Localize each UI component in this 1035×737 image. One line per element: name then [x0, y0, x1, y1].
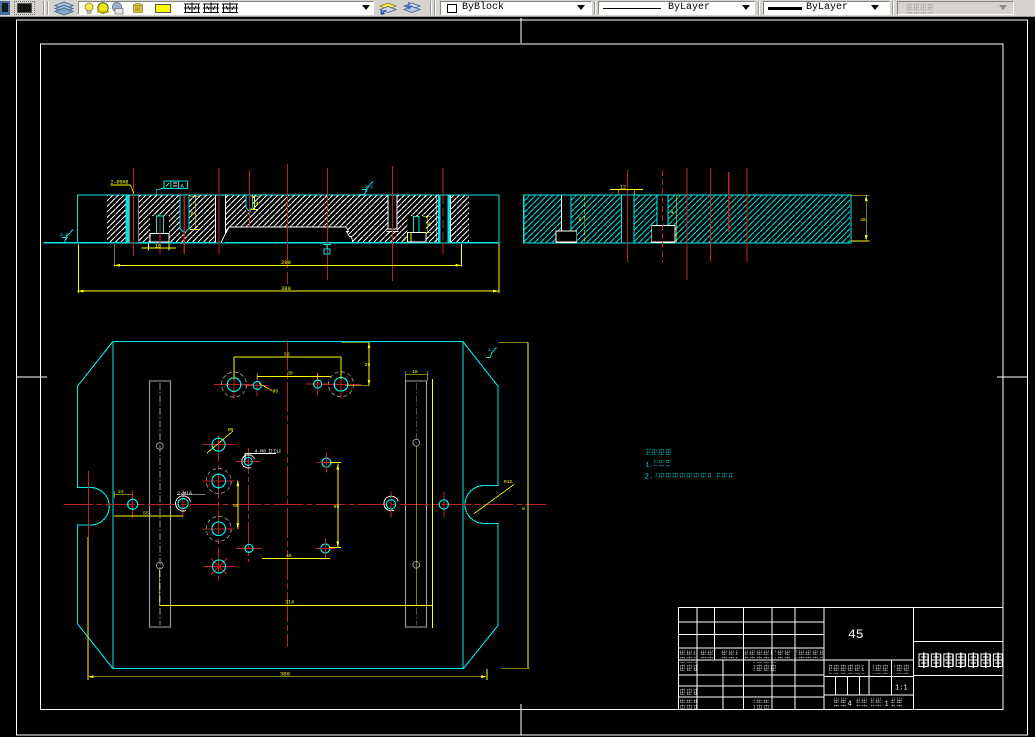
svg-text:85: 85: [334, 504, 340, 510]
svg-text:314: 314: [285, 600, 294, 606]
svg-text:8: 8: [522, 506, 525, 512]
svg-text:16: 16: [155, 243, 161, 249]
svg-text:1:1: 1:1: [895, 685, 908, 693]
svg-text:8: 8: [579, 217, 582, 223]
svg-text:2.: 2.: [645, 474, 654, 482]
svg-text:12: 12: [620, 185, 626, 191]
svg-text:3.2: 3.2: [60, 232, 68, 238]
svg-text:2-Ø6H8: 2-Ø6H8: [111, 179, 129, 186]
svg-text:Ø9: Ø9: [228, 426, 234, 433]
svg-text:380: 380: [281, 285, 291, 292]
svg-text:R12: R12: [504, 479, 513, 485]
svg-text:290: 290: [281, 259, 291, 266]
svg-text:16: 16: [412, 369, 418, 375]
svg-text:380: 380: [280, 670, 290, 677]
svg-text:6: 6: [428, 222, 431, 228]
svg-text:1.: 1.: [646, 462, 654, 469]
svg-text:2-M16: 2-M16: [177, 491, 192, 497]
svg-text:53: 53: [284, 352, 290, 358]
svg-text:24: 24: [118, 489, 124, 495]
svg-text:25: 25: [365, 362, 371, 368]
svg-text:3: 3: [403, 237, 406, 243]
svg-text:4: 4: [671, 210, 674, 216]
svg-text:4: 4: [848, 701, 852, 709]
svg-text:45: 45: [848, 627, 864, 642]
svg-text:12: 12: [276, 451, 282, 455]
svg-text:1: 1: [885, 701, 889, 709]
svg-text:30: 30: [860, 217, 866, 223]
svg-text:8: 8: [191, 211, 194, 217]
svg-text:30: 30: [287, 371, 293, 377]
svg-text:4: 4: [256, 201, 259, 207]
svg-text:55: 55: [143, 511, 149, 517]
svg-text:50: 50: [233, 503, 239, 509]
svg-text:3.2: 3.2: [488, 349, 496, 353]
svg-text:3.2: 3.2: [365, 184, 373, 190]
svg-text:Ø9: Ø9: [273, 388, 279, 395]
svg-text:45: 45: [286, 553, 292, 559]
